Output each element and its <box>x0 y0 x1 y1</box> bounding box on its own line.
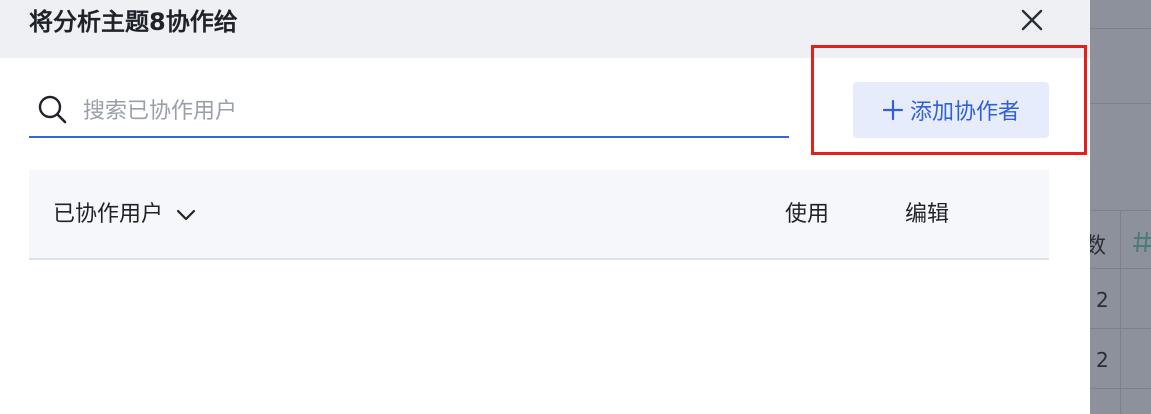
hash-icon <box>1133 231 1151 253</box>
bg-cell: 2 <box>1096 288 1109 312</box>
column-header-users-label: 已协作用户 <box>53 202 164 227</box>
dialog-title: 将分析主题8协作给 <box>29 8 238 36</box>
close-button[interactable] <box>1014 2 1050 38</box>
search-icon <box>38 95 67 124</box>
add-collaborator-button[interactable]: 添加协作者 <box>853 82 1049 138</box>
bg-divider <box>1090 28 1151 29</box>
bg-cell: 2 <box>1096 348 1109 372</box>
column-header-users[interactable]: 已协作用户 <box>53 200 197 230</box>
search-box <box>29 84 789 138</box>
add-collaborator-label: 添加协作者 <box>909 100 1020 125</box>
column-header-edit: 编辑 <box>905 202 950 227</box>
bg-column-divider <box>1120 210 1121 414</box>
dialog-header: 将分析主题8协作给 <box>0 0 1090 58</box>
share-dialog: 将分析主题8协作给 添加协作者 已协作用户 使用 编辑 <box>0 0 1090 414</box>
plus-icon <box>882 99 904 121</box>
background-app: 数 2 2 <box>1084 0 1151 414</box>
bg-divider <box>1090 103 1151 104</box>
search-input[interactable] <box>81 90 775 132</box>
collaborators-table-header: 已协作用户 使用 编辑 <box>29 170 1049 260</box>
column-header-use: 使用 <box>785 202 830 227</box>
chevron-down-icon <box>176 209 196 221</box>
close-icon <box>1021 9 1043 31</box>
